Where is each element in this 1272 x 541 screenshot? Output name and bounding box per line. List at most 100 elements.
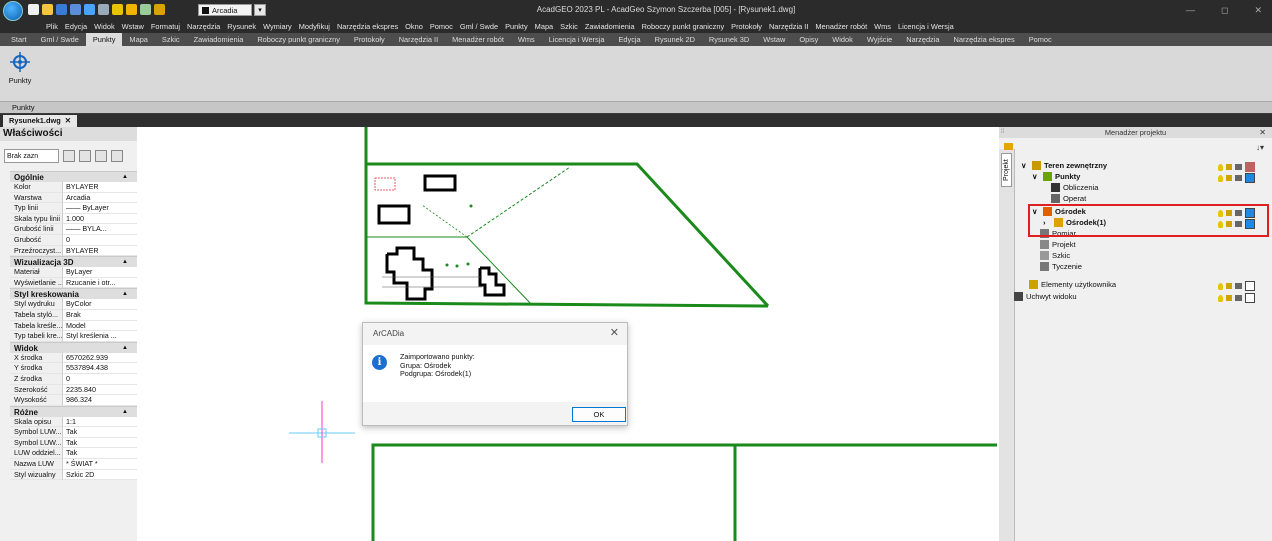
menu-item[interactable]: Wstaw	[122, 21, 144, 33]
ribbon-tab[interactable]: Zawiadomienia	[187, 33, 251, 46]
property-value[interactable]: Szkic 2D	[63, 469, 137, 481]
property-value[interactable]: Tak	[63, 448, 137, 460]
expand-icon[interactable]: ∨	[1021, 161, 1029, 170]
ok-button[interactable]: OK	[572, 407, 626, 422]
property-value[interactable]: Rzucanie i otr...	[63, 277, 137, 289]
menu-item[interactable]: Wms	[874, 21, 891, 33]
property-row[interactable]: Symbol LUW... Tak	[10, 427, 137, 438]
menu-item[interactable]: Formatuj	[151, 21, 180, 33]
menu-item[interactable]: Wymiary	[263, 21, 292, 33]
visibility-bulb-icon[interactable]	[1218, 294, 1223, 302]
property-value[interactable]: Tak	[63, 427, 137, 438]
menu-item[interactable]: Rysunek	[227, 21, 256, 33]
property-value[interactable]: 5537894.438	[63, 363, 137, 374]
visibility-bulb-icon[interactable]	[1218, 282, 1223, 290]
property-value[interactable]: ByLayer	[63, 267, 137, 278]
tree-node[interactable]: Obliczenia	[1051, 183, 1098, 192]
menu-item[interactable]: Narzędzia	[187, 21, 220, 33]
property-value[interactable]: Arcadia	[63, 192, 137, 204]
menu-item[interactable]: Roboczy punkt graniczny	[642, 21, 725, 33]
color-swatch[interactable]	[1245, 293, 1255, 303]
menu-item[interactable]: Zawiadomienia	[585, 21, 635, 33]
close-button[interactable]: ✕	[1254, 5, 1262, 16]
menu-item[interactable]: Pomoc	[430, 21, 453, 33]
menu-item[interactable]: Edycja	[65, 21, 87, 33]
printer-icon[interactable]	[1235, 283, 1242, 289]
ribbon-tab[interactable]: Edycja	[611, 33, 647, 46]
properties-section-header[interactable]: Ogólnie ▲	[10, 171, 137, 182]
property-row[interactable]: Skala opisu 1:1	[10, 416, 137, 428]
ribbon-tab[interactable]: Wstaw	[756, 33, 792, 46]
menu-item[interactable]: Modyfikuj	[299, 21, 330, 33]
collapse-icon[interactable]: ▲	[122, 289, 128, 300]
tree-node[interactable]: Tyczenie	[1040, 262, 1082, 271]
property-row[interactable]: Typ tabeli kre... Styl kreślenia ...	[10, 331, 137, 342]
tree-node[interactable]: Operat	[1051, 194, 1086, 203]
tree-node[interactable]: Uchwyt widoku	[1014, 292, 1077, 301]
property-row[interactable]: Typ linii —— ByLayer	[10, 203, 137, 214]
property-row[interactable]: Kolor BYLAYER	[10, 182, 137, 193]
property-row[interactable]: Wyświetlanie ... Rzucanie i otr...	[10, 277, 137, 289]
ribbon-tab[interactable]: Licencja i Wersja	[542, 33, 612, 46]
collapse-icon[interactable]: ▲	[122, 343, 128, 354]
property-row[interactable]: Skala typu linii 1.000	[10, 213, 137, 225]
lock-icon[interactable]	[1226, 164, 1232, 170]
collapse-icon[interactable]: ▲	[122, 257, 128, 268]
property-value[interactable]: BYLAYER	[63, 245, 137, 257]
lock-icon[interactable]	[1226, 295, 1232, 301]
property-row[interactable]: Nazwa LUW * ŚWIAT *	[10, 459, 137, 470]
ribbon-tab[interactable]: Pomoc	[1022, 33, 1059, 46]
property-value[interactable]: 1:1	[63, 416, 137, 428]
visibility-bulb-icon[interactable]	[1218, 174, 1223, 182]
menu-item[interactable]: Menadżer robót	[815, 21, 867, 33]
menu-item[interactable]: Widok	[94, 21, 115, 33]
sort-icon[interactable]: ↓▾	[1256, 143, 1264, 152]
ribbon-tab[interactable]: Widok	[825, 33, 860, 46]
menu-item[interactable]: Narzędzia II	[769, 21, 808, 33]
collapse-icon[interactable]: ▲	[122, 407, 128, 418]
property-row[interactable]: Grubość 0	[10, 234, 137, 246]
project-folder-icon[interactable]	[1004, 143, 1013, 150]
properties-section-header[interactable]: Różne ▲	[10, 405, 137, 418]
quick-select-icon[interactable]	[95, 150, 107, 162]
grip-icon[interactable]: ⁞⁞	[1001, 129, 1004, 135]
lock-icon[interactable]	[1226, 283, 1232, 289]
property-row[interactable]: Styl wizualny Szkic 2D	[10, 469, 137, 481]
document-tab[interactable]: Rysunek1.dwg ✕	[3, 115, 77, 127]
property-row[interactable]: Wysokość 986.324	[10, 395, 137, 406]
ribbon-tab[interactable]: Wms	[511, 33, 542, 46]
tree-node[interactable]: ∨ Punkty	[1032, 172, 1080, 181]
property-value[interactable]: —— ByLayer	[63, 203, 137, 214]
selection-combo[interactable]: Brak zazn	[4, 149, 59, 163]
ribbon-tab[interactable]: Protokoły	[347, 33, 392, 46]
color-swatch[interactable]	[1245, 173, 1255, 183]
menu-item[interactable]: Okno	[405, 21, 423, 33]
palette-icon[interactable]	[111, 150, 123, 162]
property-row[interactable]: Z środka 0	[10, 373, 137, 385]
properties-section-header[interactable]: Wizualizacja 3D ▲	[10, 256, 137, 268]
menu-item[interactable]: Gml / Swde	[460, 21, 498, 33]
lock-icon[interactable]	[1226, 175, 1232, 181]
property-value[interactable]: 6570262.939	[63, 352, 137, 364]
restore-button[interactable]: ◻	[1221, 5, 1228, 16]
property-row[interactable]: Y środka 5537894.438	[10, 363, 137, 374]
ribbon-tab[interactable]: Narzędzia	[899, 33, 946, 46]
property-value[interactable]: * ŚWIAT *	[63, 459, 137, 470]
property-value[interactable]: 1.000	[63, 213, 137, 225]
property-value[interactable]: Tak	[63, 437, 137, 449]
menu-item[interactable]: Plik	[46, 21, 58, 33]
collapse-icon[interactable]: ▲	[122, 172, 128, 183]
printer-icon[interactable]	[1235, 175, 1242, 181]
property-row[interactable]: Tabela kreśle... Model	[10, 320, 137, 332]
ribbon-tab[interactable]: Start	[4, 33, 34, 46]
dialog-close-button[interactable]: ✕	[610, 326, 619, 339]
property-row[interactable]: Grubość linii —— BYLA...	[10, 224, 137, 235]
project-side-tab[interactable]: Projekt	[1001, 153, 1012, 187]
ribbon-tab[interactable]: Narzędzia ekspres	[947, 33, 1022, 46]
menu-item[interactable]: Licencja i Wersja	[898, 21, 954, 33]
ribbon-tab[interactable]: Opisy	[792, 33, 825, 46]
menu-item[interactable]: Protokoły	[731, 21, 762, 33]
property-row[interactable]: Symbol LUW... Tak	[10, 437, 137, 449]
ribbon-tab[interactable]: Gml / Swde	[34, 33, 86, 46]
properties-section-header[interactable]: Widok ▲	[10, 341, 137, 354]
